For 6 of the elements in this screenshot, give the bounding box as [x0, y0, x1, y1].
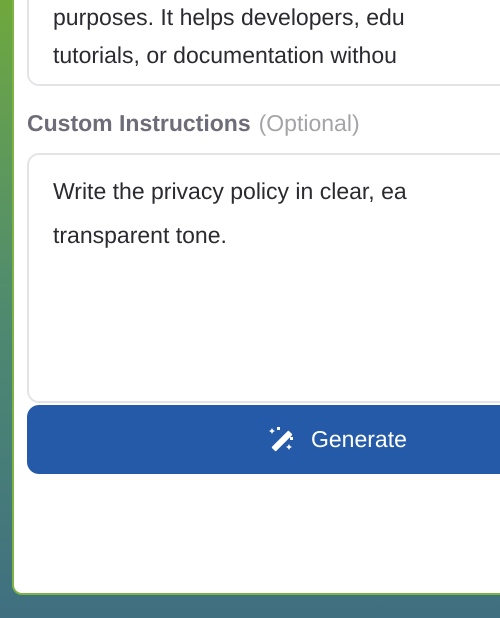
magic-wand-icon — [267, 425, 295, 453]
optional-hint: (Optional) — [258, 109, 360, 138]
field-label: Custom Instructions — [27, 109, 251, 138]
description-field[interactable]: purposes. It helps developers, edu tutorials, or documentation withou — [27, 0, 500, 86]
generate-button[interactable]: Generate — [27, 404, 500, 474]
instructions-field[interactable]: Write the privacy policy in clear, ea transparent tone. — [27, 152, 500, 402]
